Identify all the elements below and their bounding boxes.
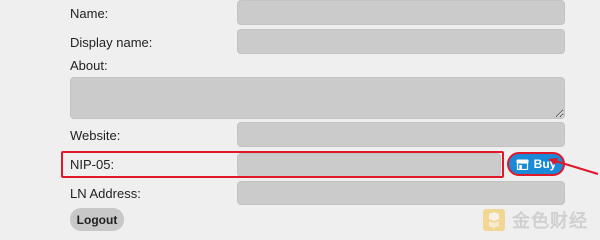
- website-label: Website:: [70, 128, 121, 143]
- website-input[interactable]: [237, 122, 565, 147]
- nip05-label: NIP-05:: [70, 157, 115, 172]
- watermark-text: 金色财经: [512, 211, 588, 232]
- ln-address-label: LN Address:: [70, 186, 141, 201]
- nip05-input[interactable]: [237, 153, 501, 177]
- name-input[interactable]: [237, 0, 565, 25]
- buy-button-label: Buy: [533, 157, 557, 171]
- jinse-logo-icon: [483, 209, 505, 231]
- buy-button[interactable]: Buy: [507, 152, 565, 176]
- name-label: Name:: [70, 6, 109, 21]
- display-name-label: Display name:: [70, 35, 153, 50]
- profile-settings-form: Name: Display name: About: Website: NIP-…: [0, 0, 600, 240]
- display-name-input[interactable]: [237, 29, 565, 54]
- about-textarea[interactable]: [70, 77, 565, 119]
- watermark: 金色财经: [482, 205, 588, 235]
- ln-address-input[interactable]: [237, 181, 565, 205]
- store-icon: [516, 159, 529, 170]
- about-label: About:: [70, 58, 108, 73]
- logout-button[interactable]: Logout: [70, 208, 124, 231]
